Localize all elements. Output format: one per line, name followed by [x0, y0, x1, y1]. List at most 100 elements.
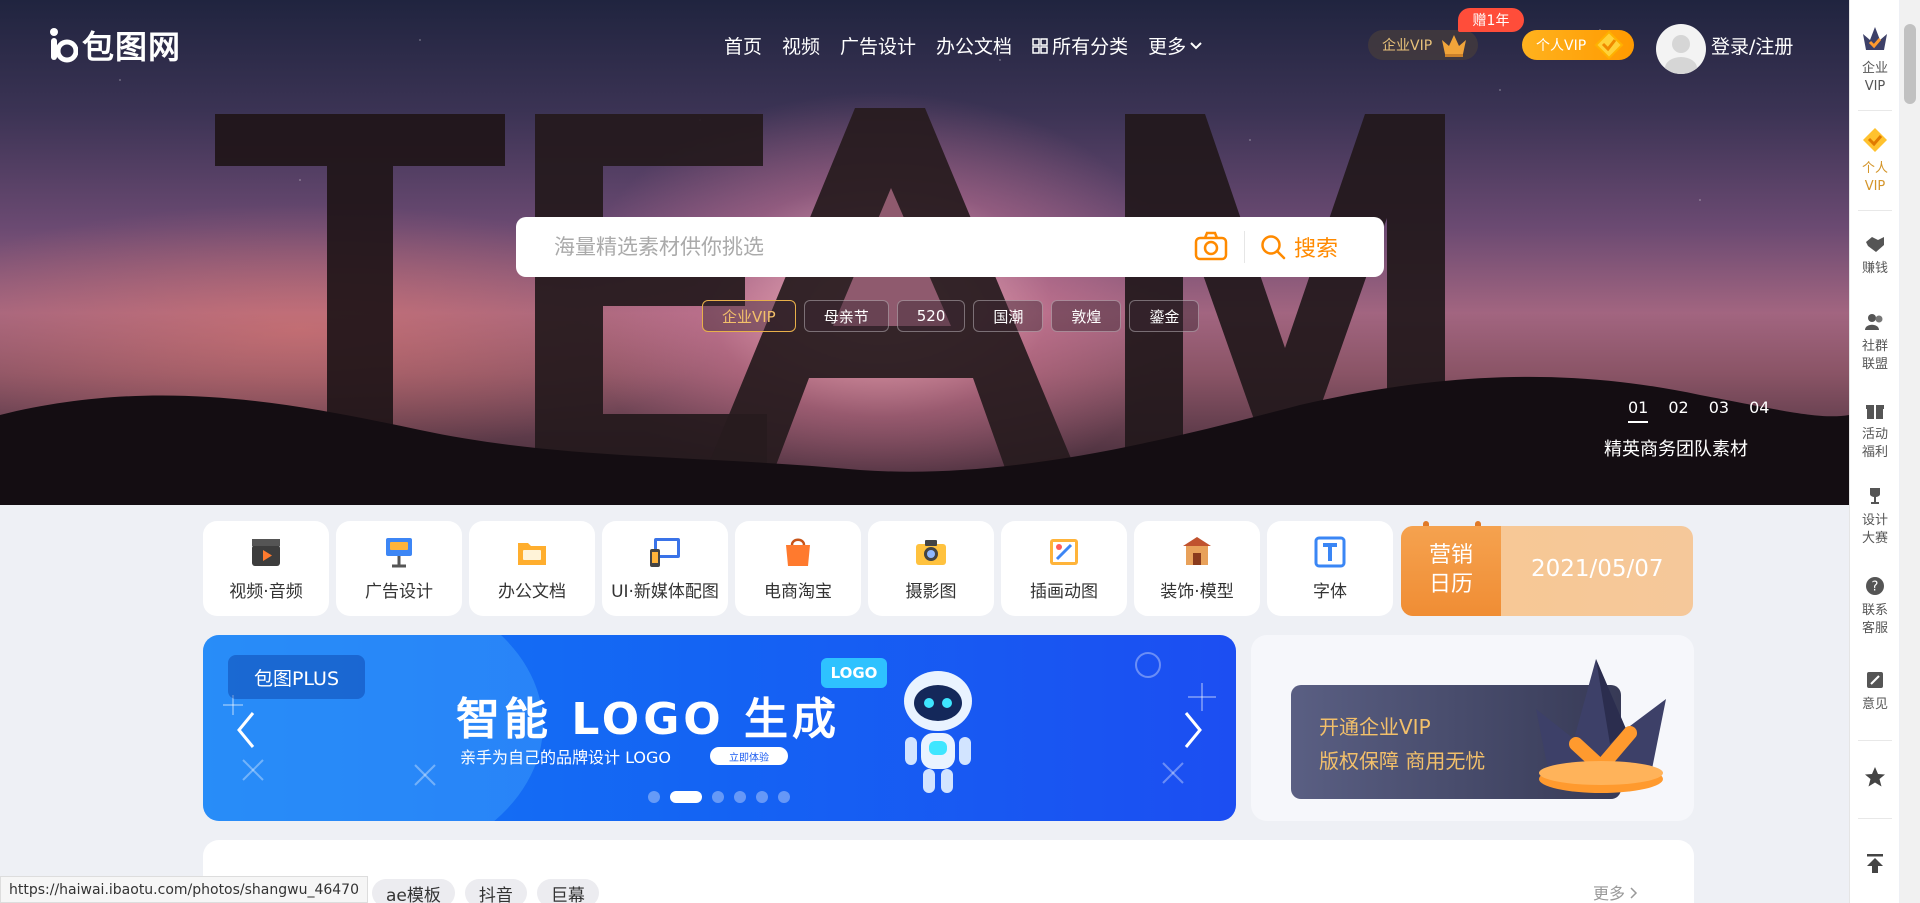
promo-carousel[interactable]: 包图PLUS 智能 LOGO 生成 亲手为自己的品牌设计 LOGO 立即体验 L… — [203, 635, 1236, 821]
gift-icon — [1866, 405, 1884, 419]
site-logo[interactable]: 包图网 — [48, 22, 181, 68]
sidebar-item-back-to-top[interactable] — [1850, 852, 1900, 880]
sidebar-divider — [1858, 740, 1892, 741]
hot-tag[interactable]: 敦煌 — [1051, 300, 1122, 332]
category-font[interactable]: 字体 — [1267, 521, 1393, 616]
search-button[interactable]: 搜索 — [1260, 231, 1338, 263]
hot-tag-enterprise-vip[interactable]: 企业VIP — [702, 300, 796, 332]
status-bar-url: https://haiwai.ibaotu.com/photos/shangwu… — [0, 876, 368, 903]
slide-indicator[interactable]: 01 — [1628, 398, 1649, 423]
sidebar-item-customer-service[interactable]: ? 联系 客服 — [1850, 576, 1900, 637]
enterprise-vip-card[interactable]: 开通企业VIP 版权保障 商用无忧 — [1251, 635, 1694, 821]
sidebar-item-personal-vip[interactable]: 个人 VIP — [1850, 126, 1900, 195]
hot-tag[interactable]: 国潮 — [973, 300, 1044, 332]
sidebar-item-label: 赚钱 — [1861, 261, 1888, 276]
sidebar-item-enterprise-vip[interactable]: 企业 VIP — [1850, 24, 1900, 95]
carousel-dot[interactable] — [648, 791, 660, 803]
sub-tag[interactable]: ae模板 — [372, 879, 455, 903]
category-ui-media[interactable]: UI·新媒体配图 — [602, 521, 728, 616]
category-photography[interactable]: 摄影图 — [868, 521, 994, 616]
nav-more-label: 更多 — [1148, 36, 1187, 58]
carousel-prev-arrow[interactable] — [231, 705, 261, 755]
carousel-dot[interactable] — [712, 791, 724, 803]
slide-indicators: 01 02 03 04 — [1628, 398, 1769, 423]
sub-tag[interactable]: 巨幕 — [536, 879, 599, 903]
help-icon: ? — [1866, 577, 1884, 595]
back-to-top-icon — [1867, 854, 1883, 873]
sidebar-item-label: 联系 客服 — [1861, 603, 1888, 636]
sidebar-item-design-contest[interactable]: 设计 大赛 — [1850, 486, 1900, 547]
sidebar-divider — [1858, 210, 1892, 211]
font-icon — [1314, 536, 1346, 568]
category-office-docs[interactable]: 办公文档 — [469, 521, 595, 616]
category-ad-design[interactable]: 广告设计 — [336, 521, 462, 616]
slide-indicator[interactable]: 03 — [1709, 398, 1729, 423]
sidebar-item-label: 设计 大赛 — [1861, 513, 1888, 546]
camera-search-icon[interactable] — [1194, 231, 1228, 261]
slide-indicator[interactable]: 04 — [1749, 398, 1769, 423]
vip-card-subtitle: 版权保障 商用无忧 — [1319, 749, 1486, 773]
nav-all-categories[interactable]: 所有分类 — [1032, 32, 1128, 59]
diamond-icon — [1594, 30, 1624, 60]
carousel-dot[interactable] — [734, 791, 746, 803]
ui-icon — [650, 538, 680, 567]
carousel-next-arrow[interactable] — [1178, 705, 1208, 755]
nav-home[interactable]: 首页 — [724, 32, 762, 59]
user-icon — [1665, 35, 1697, 74]
robot-icon — [904, 671, 972, 793]
login-register-link[interactable]: 登录/注册 — [1711, 32, 1793, 59]
sidebar-item-community[interactable]: 社群 联盟 — [1850, 312, 1900, 373]
carousel-dot[interactable] — [778, 791, 790, 803]
hero-hill — [0, 376, 1849, 505]
category-ecommerce[interactable]: 电商淘宝 — [735, 521, 861, 616]
chevron-down-icon — [1190, 41, 1202, 49]
nav-all-categories-label: 所有分类 — [1052, 36, 1129, 58]
sub-tag[interactable]: 抖音 — [464, 879, 527, 903]
shop-icon — [786, 538, 810, 566]
category-label: 电商淘宝 — [764, 582, 832, 602]
category-label: 广告设计 — [365, 582, 433, 602]
trophy-icon — [1870, 488, 1880, 504]
vip-card-title: 开通企业VIP — [1319, 715, 1431, 739]
page-scrollbar[interactable] — [1900, 0, 1920, 903]
crown-icon — [1863, 27, 1887, 50]
sidebar-item-feedback[interactable]: 意见 — [1850, 670, 1900, 714]
hot-tag[interactable]: 520 — [896, 300, 966, 332]
enterprise-vip-button[interactable]: 企业VIP — [1368, 30, 1478, 60]
sidebar-item-label: 意见 — [1861, 697, 1888, 712]
scrollbar-thumb[interactable] — [1904, 24, 1916, 104]
sidebar-item-favorites[interactable] — [1850, 766, 1900, 794]
handshake-icon — [1866, 237, 1884, 252]
hot-tag[interactable]: 母亲节 — [803, 300, 889, 332]
category-video-audio[interactable]: 视频·音频 — [203, 521, 329, 616]
search-input[interactable] — [554, 235, 1154, 259]
enterprise-vip-label: 企业VIP — [1382, 38, 1433, 54]
banner-subtitle: 亲手为自己的品牌设计 LOGO — [460, 748, 672, 767]
marketing-calendar[interactable]: 营销 日历 2021/05/07 — [1401, 521, 1693, 616]
personal-vip-button[interactable]: 个人VIP — [1522, 30, 1634, 60]
more-link-label: 更多 — [1593, 884, 1626, 903]
right-sidebar: 企业 VIP 个人 VIP 赚钱 社群 联盟 活动 福利 设计 大赛 ? 联系 … — [1849, 0, 1899, 903]
banner-cta-button[interactable]: 立即体验 — [710, 747, 788, 765]
carousel-dot-active[interactable] — [670, 791, 702, 803]
more-link[interactable]: 更多 — [1593, 880, 1638, 903]
avatar[interactable] — [1656, 24, 1706, 74]
carousel-dot[interactable] — [756, 791, 768, 803]
nav-office-docs[interactable]: 办公文档 — [936, 32, 1012, 59]
sidebar-item-label: 企业 VIP — [1861, 61, 1888, 94]
hot-tag[interactable]: 鎏金 — [1129, 300, 1200, 332]
calendar-title-line2: 日历 — [1428, 572, 1473, 597]
nav-more[interactable]: 更多 — [1148, 32, 1202, 59]
diamond-icon — [1863, 128, 1887, 152]
slide-caption[interactable]: 精英商务团队素材 — [1604, 435, 1748, 461]
sidebar-item-activities[interactable]: 活动 福利 — [1850, 400, 1900, 461]
category-label: UI·新媒体配图 — [611, 582, 719, 602]
category-decor-model[interactable]: 装饰·模型 — [1134, 521, 1260, 616]
banner-title: 智能 LOGO 生成 — [456, 694, 841, 745]
sidebar-divider — [1858, 818, 1892, 819]
nav-video[interactable]: 视频 — [782, 32, 820, 59]
nav-ad-design[interactable]: 广告设计 — [840, 32, 916, 59]
category-illustration[interactable]: 插画动图 — [1001, 521, 1127, 616]
sidebar-item-earn[interactable]: 赚钱 — [1850, 234, 1900, 278]
slide-indicator[interactable]: 02 — [1668, 398, 1688, 423]
